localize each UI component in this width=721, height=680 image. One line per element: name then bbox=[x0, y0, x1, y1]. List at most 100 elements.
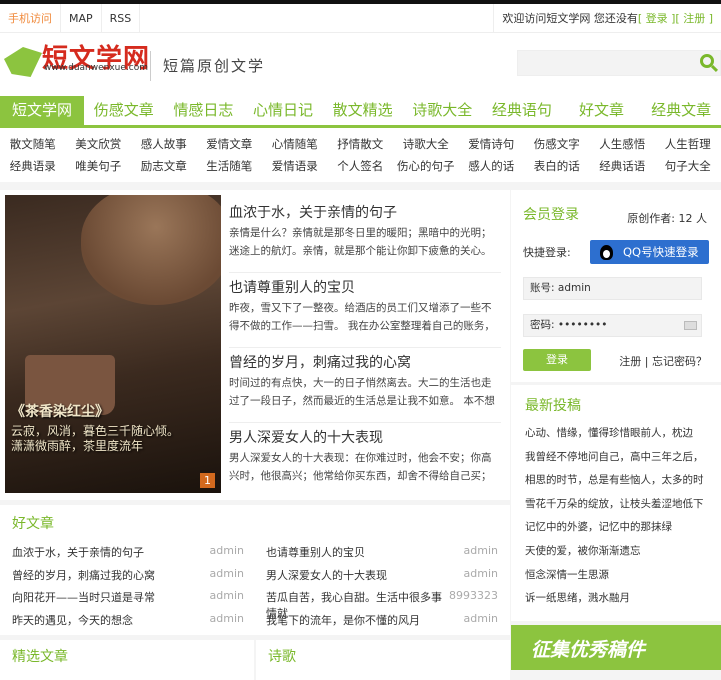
subnav-item[interactable]: 唯美句子 bbox=[66, 155, 132, 177]
good-article-author: admin bbox=[209, 544, 244, 557]
book-icon bbox=[4, 47, 42, 77]
header: 短文学网 www.duanwenxue.com 短篇原创文学 bbox=[0, 33, 721, 96]
nav-item[interactable]: 经典文章 bbox=[641, 96, 721, 125]
good-article-title[interactable]: 昨天的遇见，今天的想念 bbox=[12, 612, 133, 635]
subnav-item[interactable]: 爱情文章 bbox=[197, 133, 263, 155]
mobile-link[interactable]: 手机访问 bbox=[0, 4, 61, 32]
article-summary: 时间过的有点快，大一的日子悄然离去。大二的生活也走过了一段日子，然而最近的生活总… bbox=[229, 377, 495, 407]
section-title: 最新投稿 bbox=[525, 398, 581, 414]
featured-section: 精选文章 bbox=[0, 640, 254, 680]
good-article-row: 昨天的遇见，今天的想念 admin bbox=[12, 612, 244, 635]
section-title: 精选文章 bbox=[12, 649, 68, 665]
register-link[interactable]: [ 注册 ] bbox=[675, 10, 713, 26]
nav-item[interactable]: 情感日志 bbox=[164, 96, 244, 125]
sub-nav: 散文随笔 美文欣赏 感人故事 爱情文章 心情随笔 抒情散文 诗歌大全 爱情诗句 伤感文字 人生感悟… bbox=[0, 128, 721, 182]
slideshow-image[interactable]: 《茶香染红尘》 云寂，风消，暮色三千随心倾。 潇潇微雨醉，茶里度流年 1 bbox=[5, 195, 221, 493]
welcome-area: 欢迎访问短文学网 您还没有 [ 登录 ] [ 注册 ] bbox=[493, 4, 721, 32]
subnav-item[interactable]: 经典语录 bbox=[0, 155, 66, 177]
search-input[interactable] bbox=[517, 50, 721, 76]
map-link[interactable]: MAP bbox=[61, 4, 102, 32]
article-item: 也请尊重别人的宝贝昨夜，雪又下了一整夜。给酒店的员工们又增添了一些不得不做的工作… bbox=[229, 273, 501, 348]
good-article-title[interactable]: 我笔下的流年，是你不懂的风月 bbox=[266, 612, 420, 635]
nav-item[interactable]: 好文章 bbox=[562, 96, 642, 125]
subnav-item[interactable]: 散文随笔 bbox=[0, 133, 66, 155]
subnav-item[interactable]: 心情随笔 bbox=[262, 133, 328, 155]
good-article-author: admin bbox=[463, 611, 498, 625]
subnav-item[interactable]: 句子大全 bbox=[655, 155, 721, 177]
subnav-item[interactable]: 感人故事 bbox=[131, 133, 197, 155]
good-article-author: admin bbox=[209, 611, 244, 625]
article-item: 血浓于水，关于亲情的句子 亲情是什么？亲情就是那冬日里的暖阳；黑暗中的光明；迷途上… bbox=[229, 198, 501, 273]
subnav-item[interactable]: 个人签名 bbox=[328, 155, 394, 177]
subnav-item[interactable]: 感人的话 bbox=[459, 155, 525, 177]
nav-item[interactable]: 散文精选 bbox=[323, 96, 403, 125]
subnav-item[interactable]: 表白的话 bbox=[524, 155, 590, 177]
subnav-item[interactable]: 经典话语 bbox=[590, 155, 656, 177]
good-article-row: 我笔下的流年，是你不懂的风月 admin bbox=[266, 612, 498, 635]
article-title[interactable]: 血浓于水，关于亲情的句子 bbox=[229, 202, 501, 224]
good-article-title[interactable]: 苦瓜自苦，我心自甜。生活中很多事情就 bbox=[266, 589, 449, 620]
article-title[interactable]: 男人深爱女人的十大表现 bbox=[229, 427, 501, 449]
good-article-row: 曾经的岁月，刺痛过我的心窝 admin bbox=[12, 567, 244, 590]
good-article-title[interactable]: 也请尊重别人的宝贝 bbox=[266, 544, 365, 567]
newest-post-item[interactable]: 相思的时节，总是有些恼人，太多的时 bbox=[525, 472, 707, 496]
qq-penguin-icon bbox=[600, 244, 613, 260]
slide-index[interactable]: 1 bbox=[200, 473, 215, 488]
subnav-item[interactable]: 人生哲理 bbox=[655, 133, 721, 155]
qq-login-button[interactable]: QQ号快速登录 bbox=[590, 240, 709, 264]
slide-title: 《茶香染红尘》 bbox=[11, 404, 109, 420]
subnav-item[interactable]: 美文欣赏 bbox=[66, 133, 132, 155]
newest-post-item[interactable]: 记忆中的外婆，记忆中的那抹绿 bbox=[525, 519, 707, 543]
password-value: •••••••• bbox=[557, 319, 608, 331]
password-label: 密码: bbox=[530, 319, 555, 331]
subnav-item[interactable]: 爱情语录 bbox=[262, 155, 328, 177]
newest-post-item[interactable]: 雪花千万朵的绽放，让枝头羞涩地低下 bbox=[525, 496, 707, 520]
subnav-item[interactable]: 诗歌大全 bbox=[393, 133, 459, 155]
rss-link[interactable]: RSS bbox=[102, 4, 141, 32]
nav-item[interactable]: 心情日记 bbox=[243, 96, 323, 125]
article-title[interactable]: 也请尊重别人的宝贝 bbox=[229, 277, 501, 299]
article-title[interactable]: 曾经的岁月，刺痛过我的心窝 bbox=[229, 352, 501, 374]
login-panel: 会员登录 原创作者: 12 人 快捷登录: QQ号快速登录 账号: admin … bbox=[511, 190, 721, 382]
subnav-item[interactable]: 抒情散文 bbox=[328, 133, 394, 155]
nav-item[interactable]: 诗歌大全 bbox=[403, 96, 483, 125]
subnav-item[interactable]: 励志文章 bbox=[131, 155, 197, 177]
keyboard-icon[interactable] bbox=[684, 321, 697, 330]
good-article-title[interactable]: 向阳花开——当时只道是寻常 bbox=[12, 589, 155, 612]
author-count: 原创作者: 12 人 bbox=[627, 212, 707, 225]
good-article-title[interactable]: 男人深爱女人的十大表现 bbox=[266, 567, 387, 590]
submission-banner[interactable]: 征集优秀稿件 bbox=[511, 625, 721, 670]
password-field[interactable]: 密码: •••••••• bbox=[523, 314, 702, 337]
register-link[interactable]: 注册 bbox=[619, 355, 641, 368]
subnav-item[interactable]: 伤心的句子 bbox=[393, 155, 459, 177]
subnav-row: 经典语录 唯美句子 励志文章 生活随笔 爱情语录 个人签名 伤心的句子 感人的话 表白的话 经典话… bbox=[0, 155, 721, 177]
good-article-author: admin bbox=[209, 589, 244, 602]
subnav-item[interactable]: 爱情诗句 bbox=[459, 133, 525, 155]
nav-item[interactable]: 伤感文章 bbox=[84, 96, 164, 125]
newest-post-item[interactable]: 天使的爱，被你渐渐遗忘 bbox=[525, 543, 707, 567]
subnav-item[interactable]: 伤感文字 bbox=[524, 133, 590, 155]
good-article-title[interactable]: 血浓于水，关于亲情的句子 bbox=[12, 544, 144, 567]
newest-post-item[interactable]: 我曾经不停地问自己，高中三年之后， bbox=[525, 449, 707, 473]
good-article-row: 男人深爱女人的十大表现 admin bbox=[266, 567, 498, 590]
article-item: 男人深爱女人的十大表现男人深爱女人的十大表现：在你难过时，他会不安；你高兴时，他… bbox=[229, 423, 501, 498]
subnav-item[interactable]: 生活随笔 bbox=[197, 155, 263, 177]
newest-post-item[interactable]: 诉一纸思绪，溅水融月 bbox=[525, 590, 707, 614]
nav-item[interactable]: 经典语句 bbox=[482, 96, 562, 125]
good-article-author: admin bbox=[463, 566, 498, 580]
forgot-password-link[interactable]: 忘记密码？ bbox=[652, 355, 707, 368]
newest-post-item[interactable]: 心动、惜缘，懂得珍惜眼前人，枕边 bbox=[525, 425, 707, 449]
login-link[interactable]: [ 登录 ] bbox=[638, 10, 676, 26]
nav-item[interactable]: 短文学网 bbox=[0, 96, 84, 125]
username-field[interactable]: 账号: admin bbox=[523, 277, 702, 300]
search-icon[interactable] bbox=[700, 54, 714, 68]
subnav-item[interactable]: 人生感悟 bbox=[590, 133, 656, 155]
article-summary: 男人深爱女人的十大表现：在你难过时，他会不安；你高兴时，他很高兴；他常给你买东西… bbox=[229, 452, 492, 482]
good-article-title[interactable]: 曾经的岁月，刺痛过我的心窝 bbox=[12, 567, 155, 590]
newest-post-item[interactable]: 恒念深情一生思源 bbox=[525, 567, 707, 591]
teapot-graphic bbox=[81, 195, 221, 305]
login-button[interactable]: 登录 bbox=[523, 349, 591, 371]
slide-line: 云寂，风消，暮色三千随心倾。 bbox=[11, 424, 180, 438]
username-value: admin bbox=[557, 282, 591, 294]
article-summary: 昨夜，雪又下了一整夜。给酒店的员工们又增添了一些不得不做的工作——扫雪。 我在办… bbox=[229, 302, 495, 332]
